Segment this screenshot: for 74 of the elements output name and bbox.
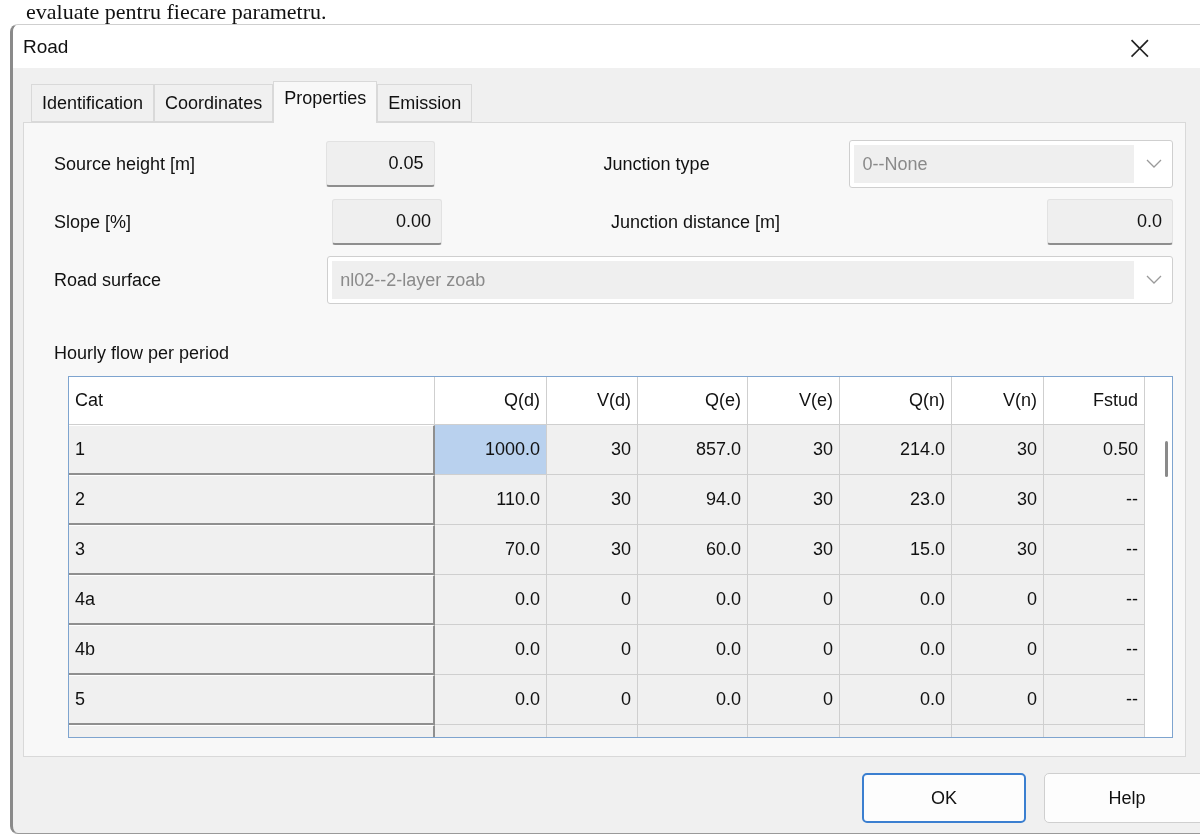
table-cell[interactable]: -- xyxy=(1044,475,1145,525)
field-label: Source height [m] xyxy=(54,153,197,175)
dialog-button[interactable]: Help xyxy=(1044,773,1200,823)
table-cell[interactable]: 0.0 xyxy=(840,675,952,725)
close-button[interactable]: × xyxy=(1119,29,1160,64)
table-cell[interactable]: 70.0 xyxy=(435,525,547,575)
table-cell[interactable]: 0 xyxy=(547,625,638,675)
tab[interactable]: Properties xyxy=(273,81,378,123)
table-cell[interactable]: 0 xyxy=(952,575,1044,625)
row-header[interactable]: 4a xyxy=(69,575,435,625)
table-cell[interactable]: 0.0 xyxy=(840,575,952,625)
table-cell[interactable]: 30 xyxy=(748,525,840,575)
dialog-button[interactable]: OK xyxy=(862,773,1026,823)
table-cell[interactable]: 94.0 xyxy=(638,475,748,525)
column-header[interactable]: Cat xyxy=(69,377,435,425)
table-cell[interactable]: -- xyxy=(1044,525,1145,575)
table-cell[interactable]: 30 xyxy=(952,525,1044,575)
field-label: Road surface xyxy=(54,269,163,291)
table-cell[interactable]: -- xyxy=(1044,575,1145,625)
table-cell[interactable]: 0.0 xyxy=(435,625,547,675)
table-cell[interactable]: 0 xyxy=(952,625,1044,675)
column-header[interactable]: V(d) xyxy=(547,377,638,425)
tab[interactable]: Emission xyxy=(377,84,473,122)
field-label: Junction type xyxy=(603,153,711,175)
row-header[interactable]: 4b xyxy=(69,625,435,675)
field-label: Slope [%] xyxy=(54,211,133,233)
column-header[interactable]: Q(d) xyxy=(435,377,547,425)
table-cell[interactable]: 30 xyxy=(748,475,840,525)
input-field[interactable]: 0.00 xyxy=(332,199,442,245)
row-header[interactable]: 3 xyxy=(69,525,435,575)
table-cell[interactable]: 0.0 xyxy=(638,575,748,625)
table-cell[interactable]: 0.50 xyxy=(1044,425,1145,475)
table-cell[interactable]: 214.0 xyxy=(840,425,952,475)
table-cell[interactable]: 15.0 xyxy=(840,525,952,575)
tab[interactable]: Coordinates xyxy=(154,84,274,122)
table-cell[interactable]: 857.0 xyxy=(638,425,748,475)
table-cell[interactable]: 110.0 xyxy=(435,475,547,525)
document-text: evaluate pentru fiecare parametru. xyxy=(25,0,328,24)
table-cell[interactable]: 0 xyxy=(952,675,1044,725)
table-cell[interactable]: 0 xyxy=(547,575,638,625)
table-cell[interactable]: 30 xyxy=(547,425,638,475)
table-cell[interactable]: 0 xyxy=(547,675,638,725)
table-cell[interactable]: 30 xyxy=(547,475,638,525)
input-field[interactable]: 0.0 xyxy=(1047,199,1173,245)
row-header[interactable]: 1 xyxy=(69,425,435,475)
table-cell[interactable]: -- xyxy=(1044,625,1145,675)
column-header[interactable]: Fstud xyxy=(1044,377,1145,425)
column-header[interactable]: Q(n) xyxy=(840,377,952,425)
section-label: Hourly flow per period xyxy=(54,343,231,364)
table-cell[interactable]: 30 xyxy=(952,425,1044,475)
table-cell[interactable]: 0 xyxy=(748,575,840,625)
table-cell[interactable]: 0.0 xyxy=(435,675,547,725)
column-header[interactable]: V(e) xyxy=(748,377,840,425)
table-cell[interactable]: 30 xyxy=(952,475,1044,525)
column-header[interactable]: Q(e) xyxy=(638,377,748,425)
table-cell[interactable]: 0 xyxy=(748,625,840,675)
table-cell[interactable]: -- xyxy=(1044,675,1145,725)
input-field[interactable]: 0.05 xyxy=(326,141,435,187)
table-cell[interactable]: 60.0 xyxy=(638,525,748,575)
column-header[interactable]: V(n) xyxy=(952,377,1044,425)
row-header[interactable]: 2 xyxy=(69,475,435,525)
table-cell[interactable]: 0.0 xyxy=(840,625,952,675)
window-title: Road xyxy=(23,35,69,58)
tab[interactable]: Identification xyxy=(31,84,155,122)
table-cell[interactable]: 0.0 xyxy=(638,675,748,725)
table-cell[interactable]: 1000.0 xyxy=(435,425,547,475)
field-label: Junction distance [m] xyxy=(611,211,782,233)
table-cell[interactable]: 0.0 xyxy=(435,575,547,625)
table-cell[interactable]: 30 xyxy=(547,525,638,575)
table-cell[interactable]: 0.0 xyxy=(638,625,748,675)
row-header[interactable]: 5 xyxy=(69,675,435,725)
table-cell[interactable]: 23.0 xyxy=(840,475,952,525)
table-cell[interactable]: 0 xyxy=(748,675,840,725)
table-cell[interactable]: 30 xyxy=(748,425,840,475)
